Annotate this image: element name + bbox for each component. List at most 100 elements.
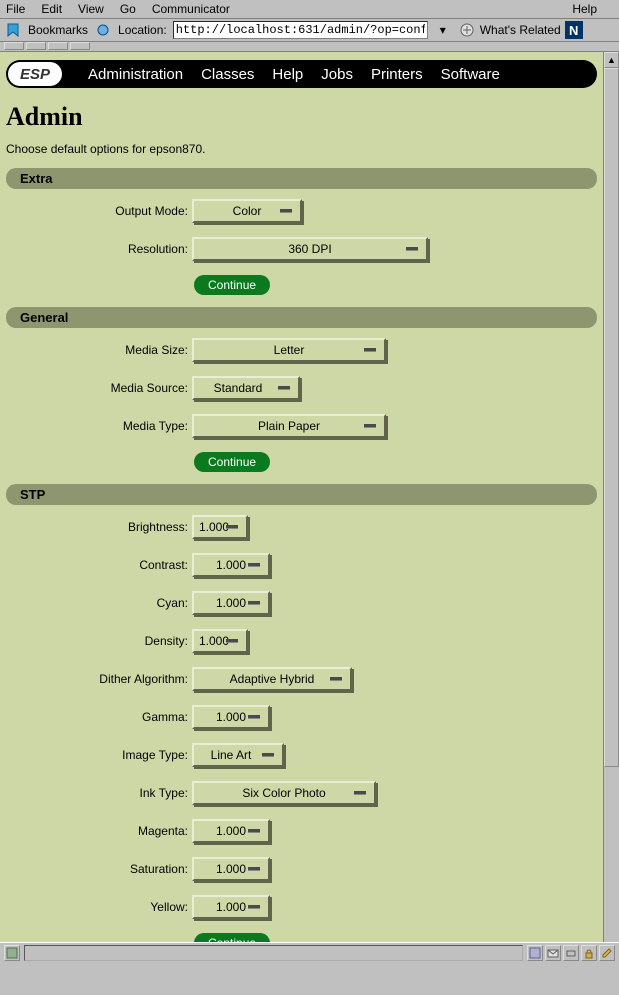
nav-administration[interactable]: Administration bbox=[88, 66, 183, 83]
output-mode-value: Color bbox=[233, 204, 262, 218]
status-nav-icon[interactable] bbox=[4, 945, 20, 961]
scroll-up-icon[interactable]: ▲ bbox=[604, 52, 619, 68]
output-mode-select[interactable]: Color bbox=[192, 199, 302, 223]
saturation-select[interactable]: 1.000 bbox=[192, 857, 270, 881]
resolution-select[interactable]: 360 DPI bbox=[192, 237, 428, 261]
location-label: Location: bbox=[118, 23, 167, 37]
dither-select[interactable]: Adaptive Hybrid bbox=[192, 667, 352, 691]
chevron-down-icon bbox=[248, 563, 260, 567]
continue-button-stp[interactable]: Continue bbox=[194, 933, 270, 942]
yellow-value: 1.000 bbox=[216, 900, 246, 914]
chevron-down-icon bbox=[280, 209, 292, 213]
tab-handle[interactable] bbox=[70, 42, 90, 50]
image-type-select[interactable]: Line Art bbox=[192, 743, 284, 767]
gamma-select[interactable]: 1.000 bbox=[192, 705, 270, 729]
nav-jobs[interactable]: Jobs bbox=[321, 66, 353, 83]
chevron-down-icon bbox=[248, 905, 260, 909]
tab-handle[interactable] bbox=[4, 42, 24, 50]
dropdown-arrow-icon[interactable]: ▾ bbox=[434, 21, 452, 39]
site-nav: ESP Administration Classes Help Jobs Pri… bbox=[6, 60, 597, 88]
location-icon bbox=[94, 21, 112, 39]
menu-file[interactable]: File bbox=[6, 2, 25, 16]
menu-go[interactable]: Go bbox=[120, 2, 136, 16]
whatsrelated-icon[interactable] bbox=[458, 21, 476, 39]
menu-communicator[interactable]: Communicator bbox=[152, 2, 230, 16]
dither-value: Adaptive Hybrid bbox=[230, 672, 315, 686]
chevron-down-icon bbox=[262, 753, 274, 757]
tab-handle[interactable] bbox=[48, 42, 68, 50]
cyan-label: Cyan: bbox=[6, 596, 192, 610]
tab-handle[interactable] bbox=[26, 42, 46, 50]
scrollbar-track[interactable] bbox=[604, 68, 619, 942]
status-component-icon[interactable] bbox=[527, 945, 543, 961]
chevron-down-icon bbox=[226, 639, 238, 643]
magenta-value: 1.000 bbox=[216, 824, 246, 838]
density-label: Density: bbox=[6, 634, 192, 648]
saturation-label: Saturation: bbox=[6, 862, 192, 876]
whatsrelated-label[interactable]: What's Related bbox=[480, 23, 561, 37]
brightness-select[interactable]: 1.000 bbox=[192, 515, 248, 539]
magenta-select[interactable]: 1.000 bbox=[192, 819, 270, 843]
status-edit-icon[interactable] bbox=[599, 945, 615, 961]
menu-help[interactable]: Help bbox=[572, 2, 597, 16]
density-value: 1.000 bbox=[199, 634, 229, 648]
chevron-down-icon bbox=[364, 348, 376, 352]
page-subtitle: Choose default options for epson870. bbox=[6, 142, 597, 156]
status-text bbox=[24, 945, 523, 961]
ink-type-value: Six Color Photo bbox=[242, 786, 325, 800]
nav-help[interactable]: Help bbox=[272, 66, 303, 83]
yellow-label: Yellow: bbox=[6, 900, 192, 914]
bookmarks-label[interactable]: Bookmarks bbox=[28, 23, 88, 37]
status-lock-icon[interactable] bbox=[581, 945, 597, 961]
nav-software[interactable]: Software bbox=[441, 66, 500, 83]
media-source-select[interactable]: Standard bbox=[192, 376, 300, 400]
tab-strip bbox=[0, 42, 619, 52]
continue-button-extra[interactable]: Continue bbox=[194, 275, 270, 295]
continue-button-general[interactable]: Continue bbox=[194, 452, 270, 472]
contrast-select[interactable]: 1.000 bbox=[192, 553, 270, 577]
nav-classes[interactable]: Classes bbox=[201, 66, 254, 83]
density-select[interactable]: 1.000 bbox=[192, 629, 248, 653]
media-size-label: Media Size: bbox=[6, 343, 192, 357]
bookmarks-icon[interactable] bbox=[4, 21, 22, 39]
chevron-down-icon bbox=[248, 715, 260, 719]
chevron-down-icon bbox=[278, 386, 290, 390]
chevron-down-icon bbox=[226, 525, 238, 529]
gamma-value: 1.000 bbox=[216, 710, 246, 724]
image-type-value: Line Art bbox=[211, 748, 252, 762]
scrollbar-thumb[interactable] bbox=[604, 68, 619, 767]
gamma-label: Gamma: bbox=[6, 710, 192, 724]
status-print-icon[interactable] bbox=[563, 945, 579, 961]
chevron-down-icon bbox=[330, 677, 342, 681]
resolution-value: 360 DPI bbox=[288, 242, 331, 256]
section-general: General bbox=[6, 307, 597, 328]
vertical-scrollbar[interactable]: ▲ bbox=[603, 52, 619, 942]
ink-type-select[interactable]: Six Color Photo bbox=[192, 781, 376, 805]
page-title: Admin bbox=[6, 102, 597, 132]
cyan-select[interactable]: 1.000 bbox=[192, 591, 270, 615]
status-mail-icon[interactable] bbox=[545, 945, 561, 961]
esp-logo: ESP bbox=[8, 62, 62, 86]
media-size-value: Letter bbox=[274, 343, 305, 357]
netscape-icon[interactable]: N bbox=[565, 21, 583, 39]
resolution-label: Resolution: bbox=[6, 242, 192, 256]
media-type-select[interactable]: Plain Paper bbox=[192, 414, 386, 438]
saturation-value: 1.000 bbox=[216, 862, 246, 876]
contrast-value: 1.000 bbox=[216, 558, 246, 572]
url-input[interactable] bbox=[173, 21, 428, 39]
page-content: ESP Administration Classes Help Jobs Pri… bbox=[0, 52, 603, 942]
menu-view[interactable]: View bbox=[78, 2, 104, 16]
media-source-value: Standard bbox=[214, 381, 263, 395]
nav-printers[interactable]: Printers bbox=[371, 66, 423, 83]
magenta-label: Magenta: bbox=[6, 824, 192, 838]
chevron-down-icon bbox=[248, 829, 260, 833]
dither-label: Dither Algorithm: bbox=[6, 672, 192, 686]
chevron-down-icon bbox=[364, 424, 376, 428]
yellow-select[interactable]: 1.000 bbox=[192, 895, 270, 919]
section-extra: Extra bbox=[6, 168, 597, 189]
brightness-value: 1.000 bbox=[199, 520, 229, 534]
menu-edit[interactable]: Edit bbox=[41, 2, 62, 16]
media-size-select[interactable]: Letter bbox=[192, 338, 386, 362]
browser-toolbar: Bookmarks Location: ▾ What's Related N bbox=[0, 19, 619, 42]
chevron-down-icon bbox=[406, 247, 418, 251]
